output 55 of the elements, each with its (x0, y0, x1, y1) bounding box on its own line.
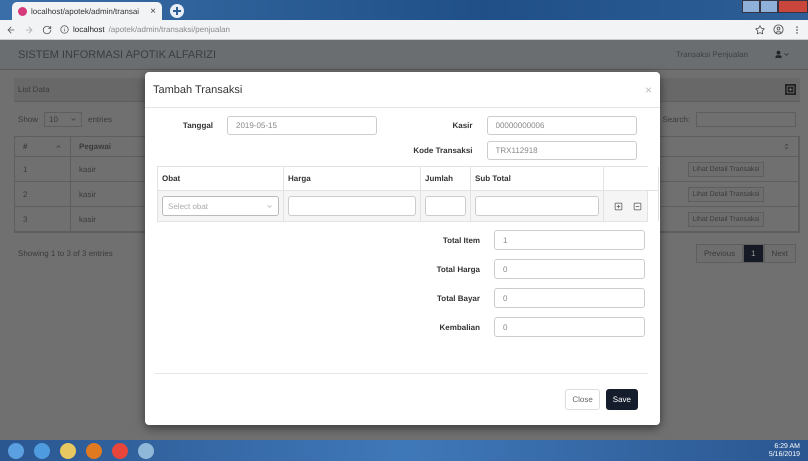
maximize-button[interactable] (760, 0, 778, 13)
minimize-button[interactable] (742, 0, 760, 13)
favicon-icon (18, 6, 27, 16)
field-label: Total Harga (436, 264, 480, 274)
taskbar-icon[interactable] (138, 442, 154, 458)
add-row-icon[interactable] (614, 202, 623, 210)
taskbar-icon[interactable] (34, 442, 50, 458)
field-label: Kasir (451, 121, 472, 130)
input-field[interactable]: 2019-05-15 (227, 116, 377, 135)
user-icon[interactable] (774, 50, 783, 59)
field-label: Kembalian (438, 322, 480, 332)
info-icon (60, 25, 69, 34)
star-icon[interactable] (755, 24, 765, 34)
field-label: Total Item (442, 236, 480, 244)
input-field[interactable] (475, 196, 599, 216)
input-field[interactable]: 0 (494, 259, 645, 279)
input-field[interactable]: 1 (494, 230, 645, 250)
taskbar-icon[interactable] (86, 442, 102, 458)
input-field[interactable]: 0 (494, 317, 645, 337)
caret-icon (70, 116, 78, 122)
page-button[interactable]: 1 (743, 244, 764, 262)
input-field[interactable]: 00000000006 (486, 116, 636, 135)
tab-close-button[interactable]: × (150, 6, 156, 16)
sort-icon[interactable] (783, 143, 790, 150)
input-field[interactable] (425, 196, 466, 216)
browser-tab[interactable]: localhost/apotek/admin/transai × (12, 2, 162, 20)
input-field[interactable]: TRX112918 (486, 141, 636, 160)
taskbar-icon[interactable] (60, 442, 76, 458)
table-header: Sub Total (471, 167, 604, 191)
obat-select[interactable]: Select obat (162, 196, 279, 216)
sort-icon[interactable] (55, 143, 62, 150)
table-header: # (23, 142, 28, 151)
field-label: Kode Transaksi (412, 146, 472, 155)
back-icon[interactable] (6, 24, 16, 34)
caret-icon[interactable] (783, 51, 790, 58)
field-label: Tanggal (182, 121, 213, 130)
field-label: Total Bayar (436, 294, 480, 302)
close-button[interactable]: Close (565, 389, 600, 410)
input-field[interactable] (288, 196, 416, 216)
input-field[interactable]: 0 (494, 288, 645, 308)
start-button[interactable] (8, 442, 24, 458)
add-icon[interactable] (785, 84, 796, 95)
save-button[interactable]: Save (606, 389, 638, 410)
reload-icon[interactable] (42, 24, 52, 34)
new-tab-icon[interactable] (170, 4, 184, 18)
table-header: Jumlah (421, 167, 471, 191)
caret-icon (266, 202, 273, 210)
table-header: Obat (158, 167, 284, 191)
close-button[interactable] (778, 0, 808, 13)
modal-title: Tambah Transaksi (153, 84, 242, 96)
remove-row-icon[interactable] (633, 202, 642, 210)
profile-icon[interactable] (773, 24, 784, 35)
close-button[interactable]: × (644, 82, 652, 96)
table-header: Harga (284, 167, 421, 191)
forward-icon[interactable] (24, 24, 34, 34)
